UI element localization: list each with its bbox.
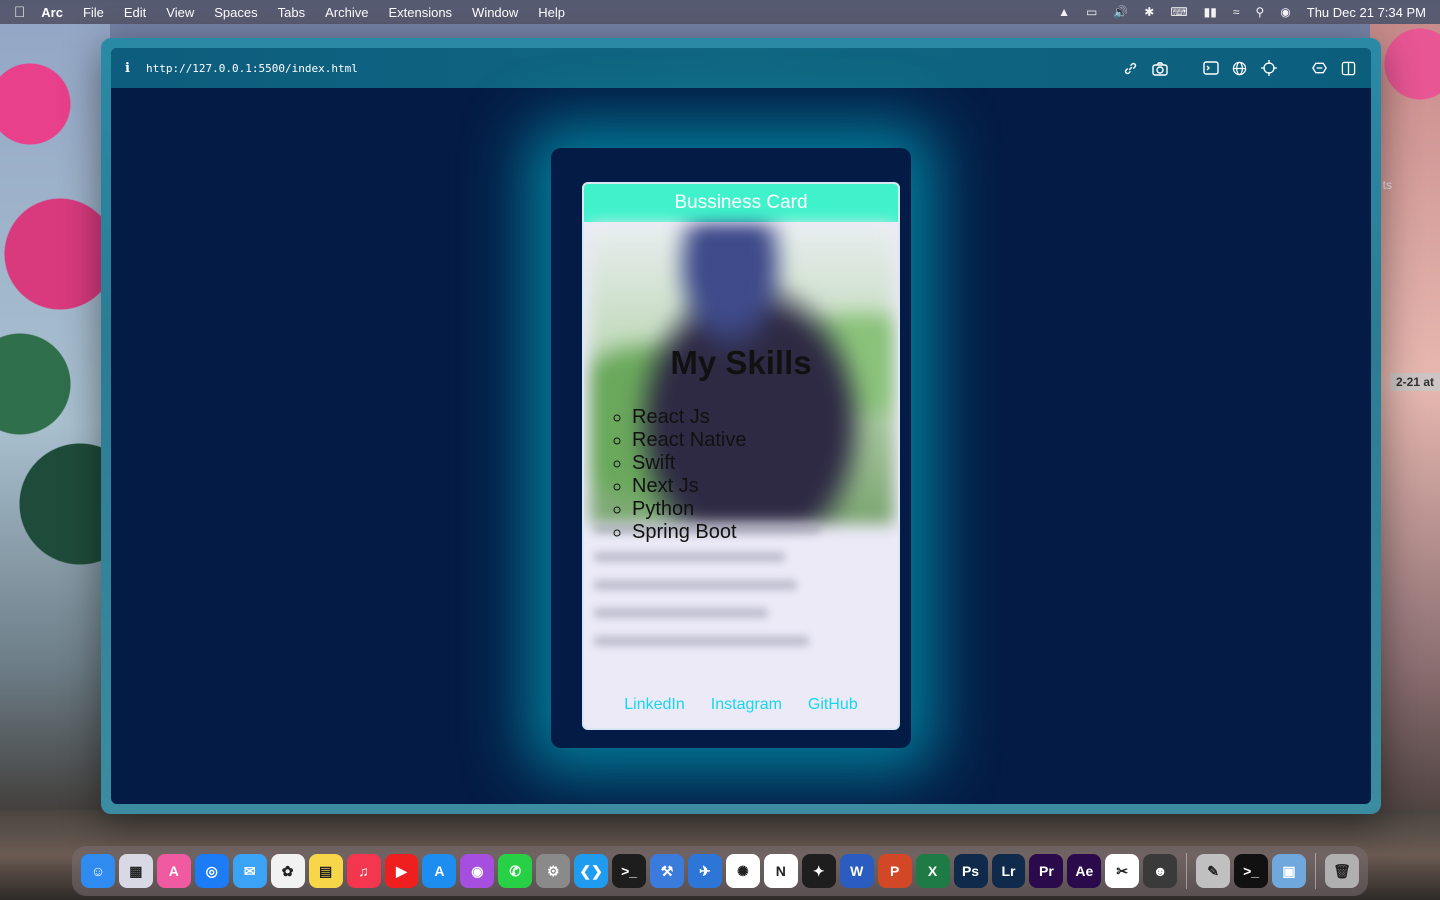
instagram-link[interactable]: Instagram bbox=[711, 696, 782, 714]
dock-chatgpt-icon[interactable]: ✺ bbox=[725, 854, 760, 888]
dock-lightroom-icon[interactable]: Lr bbox=[991, 854, 1026, 888]
skills-title: My Skills bbox=[670, 344, 812, 381]
menu-extensions[interactable]: Extensions bbox=[388, 5, 452, 20]
dock-photos-icon[interactable]: ✿ bbox=[270, 854, 305, 888]
skill-item: Swift bbox=[632, 452, 747, 475]
desktop-wallpaper-left bbox=[0, 24, 110, 824]
skill-item: React Js bbox=[632, 406, 747, 429]
dock-excel-icon[interactable]: X bbox=[915, 854, 950, 888]
dock-podcasts-icon[interactable]: ◉ bbox=[460, 854, 495, 888]
menu-tabs[interactable]: Tabs bbox=[278, 5, 305, 20]
dock-system-settings-icon[interactable]: ⚙ bbox=[536, 854, 571, 888]
web-view: i http://127.0.0.1:5500/index.html Bussi… bbox=[111, 48, 1371, 804]
dock-notion-icon[interactable]: N bbox=[763, 854, 798, 888]
wifi-icon[interactable]: ≈ bbox=[1233, 5, 1240, 19]
menu-bar:  Arc File Edit View Spaces Tabs Archive… bbox=[0, 0, 1440, 24]
dock-avatar-app-icon[interactable]: ☻ bbox=[1143, 854, 1178, 888]
dock-pen-app-icon[interactable]: ✎ bbox=[1196, 854, 1231, 888]
control-center-icon[interactable]: ◉ bbox=[1280, 5, 1290, 19]
volume-icon[interactable]: 🔊 bbox=[1113, 5, 1128, 19]
menu-app-name[interactable]: Arc bbox=[41, 5, 63, 20]
dock-powerpoint-icon[interactable]: P bbox=[877, 854, 912, 888]
menu-spaces[interactable]: Spaces bbox=[214, 5, 257, 20]
skill-item: Python bbox=[632, 498, 747, 521]
dock-figma-icon[interactable]: ✦ bbox=[801, 854, 836, 888]
browser-toolbar: i http://127.0.0.1:5500/index.html bbox=[111, 48, 1371, 88]
social-links: LinkedIn Instagram GitHub bbox=[584, 696, 898, 714]
dock-trash-icon[interactable]: 🗑 bbox=[1325, 854, 1359, 888]
skill-item: Next Js bbox=[632, 475, 747, 498]
url-field[interactable]: http://127.0.0.1:5500/index.html bbox=[146, 62, 358, 75]
site-info-icon[interactable]: i bbox=[125, 61, 130, 76]
toolbar-actions bbox=[1122, 60, 1357, 77]
dock-separator bbox=[1315, 853, 1316, 889]
dock: ☺ ▦ A ◎ ✉ ✿ ▤ ♫ ▶ A ◉ ✆ ⚙ ❮❯ >_ ⚒ ✈ ✺ N ✦ W P X Ps Lr Pr Ae ✂ ☻ ✎ >_ ▣ 🗑 bbox=[72, 846, 1368, 896]
dock-terminal-icon[interactable]: >_ bbox=[1234, 854, 1269, 888]
blurred-contact-info bbox=[594, 524, 884, 664]
battery-icon[interactable]: ▮▮ bbox=[1204, 5, 1217, 19]
dock-mail-icon[interactable]: ✉ bbox=[232, 854, 267, 888]
drive-icon[interactable]: ▲ bbox=[1058, 5, 1070, 19]
dock-after-effects-icon[interactable]: Ae bbox=[1067, 854, 1102, 888]
skill-item: React Native bbox=[632, 429, 747, 452]
dock-xcode-icon[interactable]: ⚒ bbox=[650, 854, 684, 888]
desktop-file-label-partial[interactable]: ts bbox=[1383, 178, 1392, 192]
github-link[interactable]: GitHub bbox=[808, 696, 858, 714]
menu-archive[interactable]: Archive bbox=[325, 5, 368, 20]
spotlight-search-icon[interactable]: ⚲ bbox=[1255, 5, 1264, 19]
skills-list: React Js React Native Swift Next Js Pyth… bbox=[612, 406, 747, 544]
business-card: Bussiness Card My Skills React Js React … bbox=[582, 182, 900, 730]
menu-view[interactable]: View bbox=[166, 5, 194, 20]
menu-file[interactable]: File bbox=[83, 5, 104, 20]
card-header: Bussiness Card bbox=[584, 184, 898, 222]
dock-premiere-icon[interactable]: Pr bbox=[1029, 854, 1064, 888]
dock-whatsapp-icon[interactable]: ✆ bbox=[498, 854, 533, 888]
menu-help[interactable]: Help bbox=[538, 5, 565, 20]
dock-finder-icon[interactable]: ☺ bbox=[81, 854, 115, 888]
display-icon[interactable]: ▭ bbox=[1086, 5, 1097, 19]
dock-music-icon[interactable]: ♫ bbox=[346, 854, 381, 888]
status-area: ▲ ▭ 🔊 ✱ ⌨ ▮▮ ≈ ⚲ ◉ Thu Dec 21 7:34 PM bbox=[1058, 5, 1426, 20]
dock-simulator-icon[interactable]: ✈ bbox=[688, 854, 722, 888]
target-icon[interactable] bbox=[1260, 60, 1277, 77]
extensions-puzzle-icon[interactable] bbox=[1311, 60, 1328, 77]
dock-youtube-music-icon[interactable]: ▶ bbox=[384, 854, 419, 888]
bluetooth-icon[interactable]: ✱ bbox=[1144, 5, 1154, 19]
dock-preview-icon[interactable]: ▣ bbox=[1272, 854, 1306, 888]
skill-item: Spring Boot bbox=[632, 521, 747, 544]
apple-icon[interactable]:  bbox=[14, 4, 25, 21]
dock-capcut-icon[interactable]: ✂ bbox=[1105, 854, 1140, 888]
desktop-screenshot-label[interactable]: 2-21 at bbox=[1389, 373, 1440, 391]
menu-clock[interactable]: Thu Dec 21 7:34 PM bbox=[1307, 5, 1426, 20]
dock-photoshop-icon[interactable]: Ps bbox=[953, 854, 988, 888]
sidebar-toggle-icon[interactable] bbox=[1340, 60, 1357, 77]
dock-vscode-icon[interactable]: ❮❯ bbox=[574, 854, 609, 888]
dock-app-store-icon[interactable]: A bbox=[422, 854, 457, 888]
dock-separator bbox=[1186, 853, 1188, 889]
globe-icon[interactable] bbox=[1231, 60, 1248, 77]
dock-word-icon[interactable]: W bbox=[839, 854, 874, 888]
menu-edit[interactable]: Edit bbox=[124, 5, 146, 20]
dock-safari-icon[interactable]: ◎ bbox=[194, 854, 229, 888]
screenshot-camera-icon[interactable] bbox=[1151, 60, 1168, 77]
menu-window[interactable]: Window bbox=[472, 5, 518, 20]
keyboard-icon[interactable]: ⌨ bbox=[1170, 5, 1187, 19]
devtools-console-icon[interactable] bbox=[1202, 60, 1219, 77]
dock-notes-icon[interactable]: ▤ bbox=[308, 854, 343, 888]
dock-terminal-app-icon[interactable]: >_ bbox=[612, 854, 647, 888]
dock-arc-icon[interactable]: A bbox=[156, 854, 191, 888]
arc-browser-window: i http://127.0.0.1:5500/index.html Bussi… bbox=[101, 38, 1381, 814]
linkedin-link[interactable]: LinkedIn bbox=[624, 696, 685, 714]
copy-link-icon[interactable] bbox=[1122, 60, 1139, 77]
dock-launchpad-icon[interactable]: ▦ bbox=[118, 854, 153, 888]
